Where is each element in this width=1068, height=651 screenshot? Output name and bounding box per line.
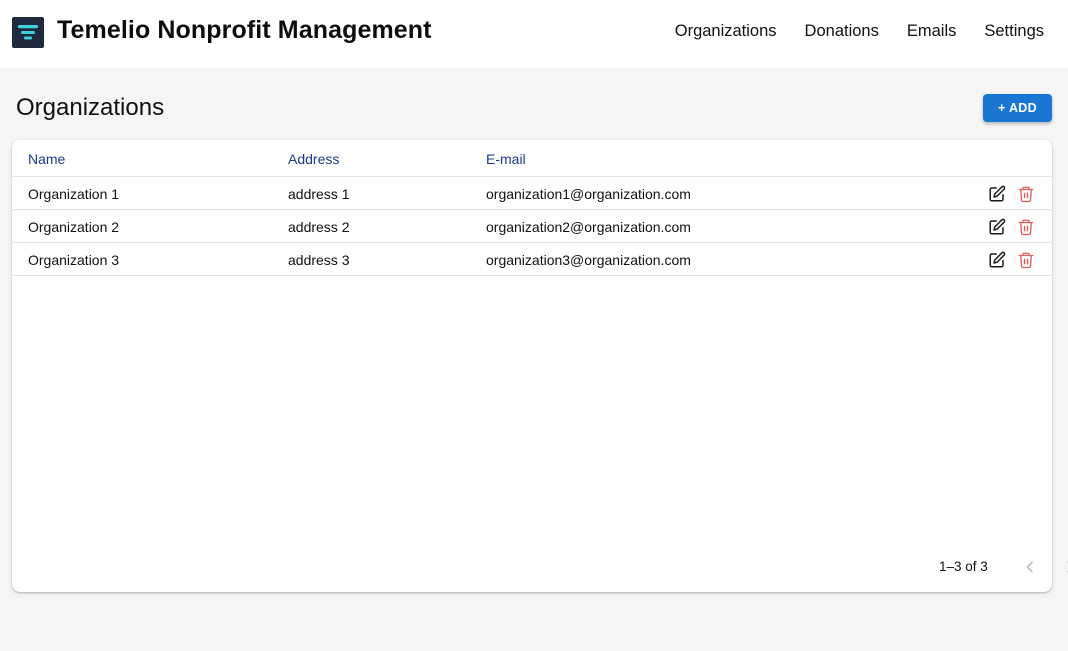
cell-address: address 2 [288, 219, 350, 235]
cell-email: organization1@organization.com [486, 186, 691, 202]
chevron-right-icon[interactable] [1059, 556, 1068, 578]
pagination: 1–3 of 3 [652, 548, 1068, 584]
edit-icon[interactable] [987, 184, 1007, 204]
cell-address: address 3 [288, 252, 350, 268]
table-row[interactable]: Organization 2 address 2 organization2@o… [12, 210, 1052, 243]
column-header-address[interactable]: Address [288, 151, 339, 167]
cell-email: organization2@organization.com [486, 219, 691, 235]
column-header-name[interactable]: Name [28, 151, 65, 167]
nav-settings[interactable]: Settings [984, 22, 1044, 41]
organizations-table: Name Address E-mail Organization 1 addre… [12, 140, 1068, 592]
pagination-range: 1–3 of 3 [939, 559, 988, 574]
nav-emails[interactable]: Emails [907, 22, 957, 41]
cell-name: Organization 1 [28, 186, 120, 202]
top-app-bar: Temelio Nonprofit Management Organizatio… [0, 0, 1068, 68]
trash-icon[interactable] [1016, 184, 1036, 204]
add-button[interactable]: + ADD [983, 94, 1052, 122]
edit-icon[interactable] [987, 217, 1007, 237]
table-header: Name Address E-mail [12, 140, 1052, 177]
page-title: Organizations [16, 94, 165, 121]
app-title: Temelio Nonprofit Management [57, 16, 432, 44]
cell-name: Organization 3 [28, 252, 120, 268]
cell-name: Organization 2 [28, 219, 120, 235]
edit-icon[interactable] [987, 250, 1007, 270]
cell-email: organization3@organization.com [486, 252, 691, 268]
trash-icon[interactable] [1016, 250, 1036, 270]
nav-organizations[interactable]: Organizations [675, 22, 777, 41]
table-row[interactable]: Organization 3 address 3 organization3@o… [12, 243, 1052, 276]
column-header-email[interactable]: E-mail [486, 151, 526, 167]
main-nav: Organizations Donations Emails Settings [675, 22, 1044, 41]
cell-address: address 1 [288, 186, 350, 202]
trash-icon[interactable] [1016, 217, 1036, 237]
nav-donations[interactable]: Donations [805, 22, 879, 41]
chevron-left-icon[interactable] [1019, 556, 1041, 578]
logo-icon [12, 17, 44, 48]
table-row[interactable]: Organization 1 address 1 organization1@o… [12, 177, 1052, 210]
